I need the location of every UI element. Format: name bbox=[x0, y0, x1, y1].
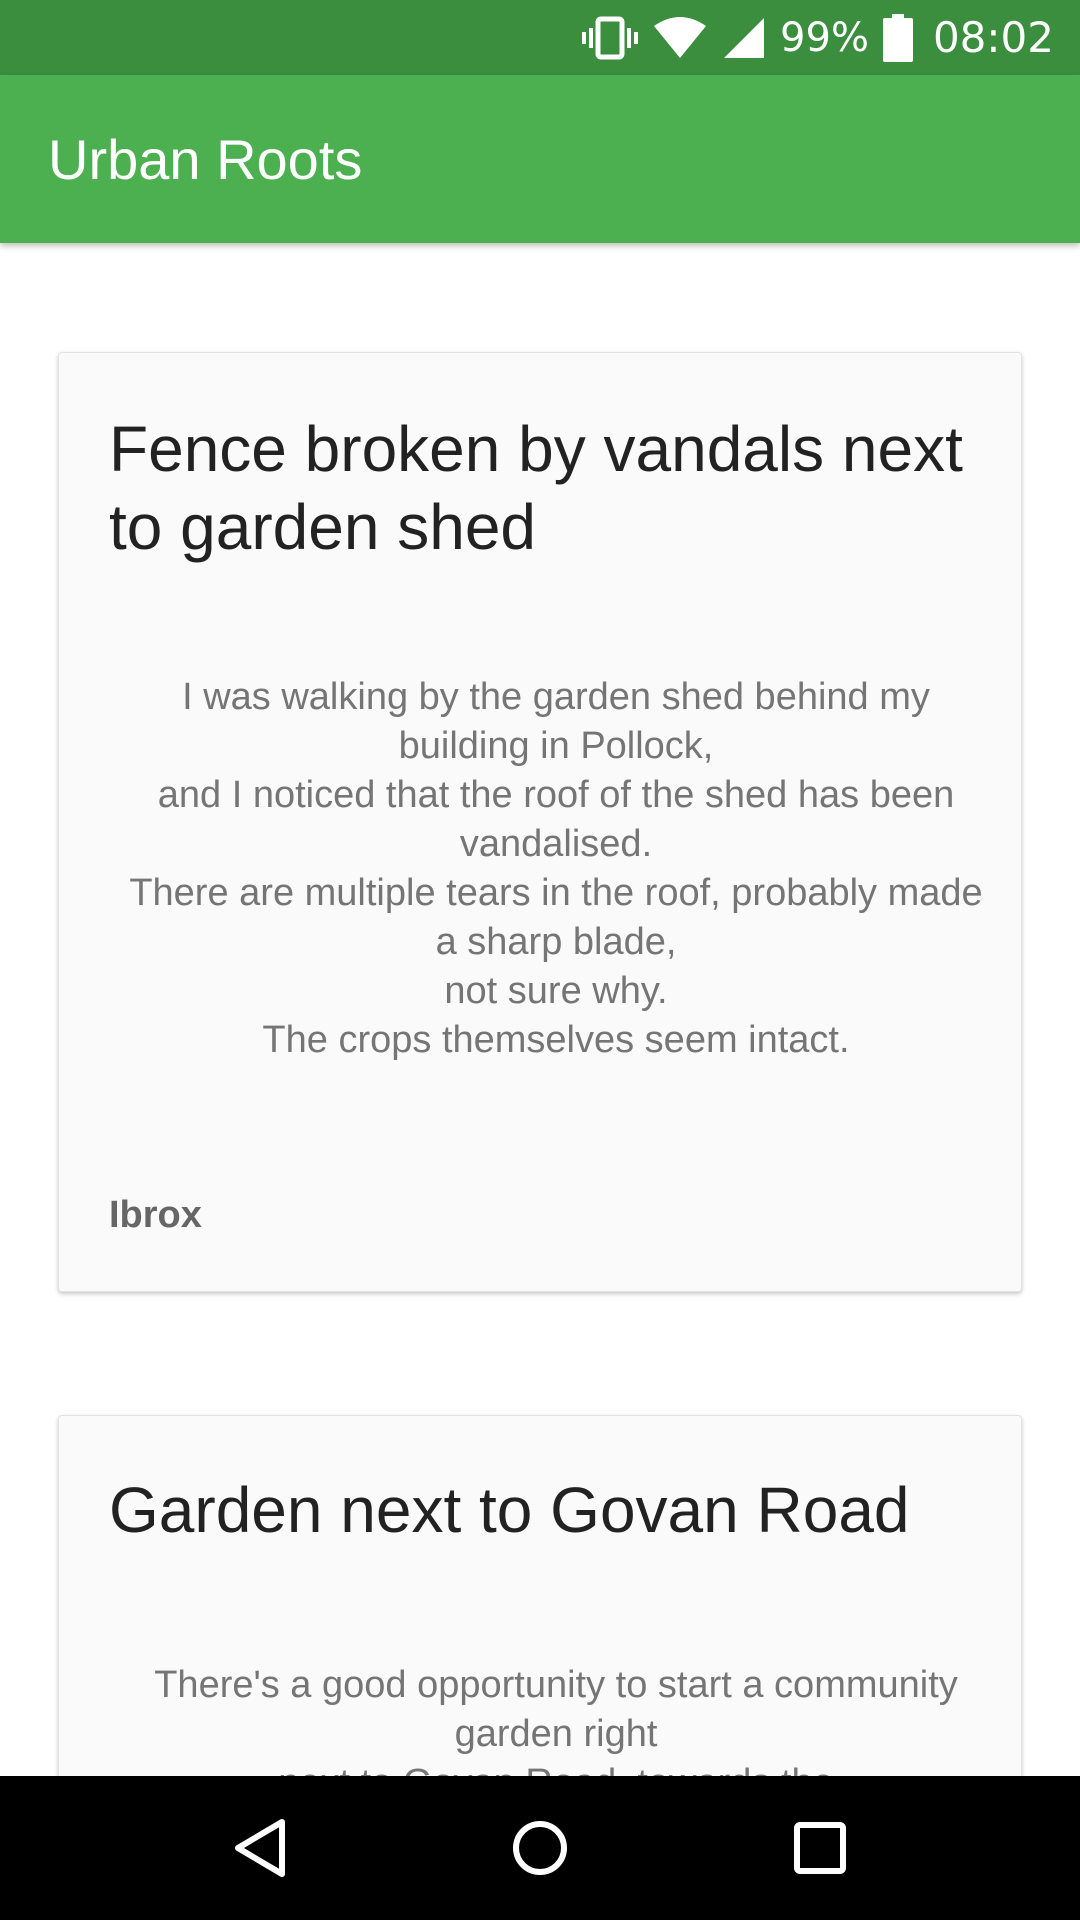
navigation-bar bbox=[0, 1776, 1080, 1920]
status-bar: 99% 08:02 bbox=[0, 0, 1080, 75]
report-card[interactable]: Fence broken by vandals next to garden s… bbox=[58, 352, 1022, 1292]
report-body: There's a good opportunity to start a co… bbox=[119, 1661, 993, 1776]
battery-percent: 99% bbox=[780, 14, 869, 61]
report-body-line: not sure why. bbox=[444, 970, 668, 1012]
report-body-line: There's a good opportunity to start a co… bbox=[154, 1664, 969, 1755]
clock: 08:02 bbox=[932, 13, 1054, 62]
report-body-line: There are multiple tears in the roof, pr… bbox=[129, 872, 994, 963]
report-card[interactable]: Garden next to Govan Road There's a good… bbox=[58, 1415, 1022, 1776]
back-icon[interactable] bbox=[210, 1798, 310, 1898]
report-body-line: I was walking by the garden shed behind … bbox=[182, 676, 941, 767]
report-location: Ibrox bbox=[109, 1194, 202, 1236]
report-body-line: The crops themselves seem intact. bbox=[262, 1019, 850, 1061]
report-body-line: next to Govan Road, towards the bbox=[119, 1759, 993, 1776]
report-title: Fence broken by vandals next to garden s… bbox=[109, 413, 963, 563]
report-body-line: and I noticed that the roof of the shed … bbox=[157, 774, 965, 865]
vibrate-icon bbox=[582, 16, 639, 60]
app-bar: Urban Roots bbox=[0, 75, 1080, 243]
cell-signal-icon bbox=[722, 16, 766, 60]
report-list[interactable]: Fence broken by vandals next to garden s… bbox=[0, 243, 1080, 1776]
report-title: Garden next to Govan Road bbox=[109, 1474, 910, 1546]
report-body: I was walking by the garden shed behind … bbox=[119, 673, 993, 1065]
recents-icon[interactable] bbox=[770, 1798, 870, 1898]
home-icon[interactable] bbox=[490, 1798, 590, 1898]
app-title: Urban Roots bbox=[48, 127, 363, 191]
wifi-icon bbox=[652, 16, 708, 60]
battery-icon bbox=[882, 13, 913, 62]
